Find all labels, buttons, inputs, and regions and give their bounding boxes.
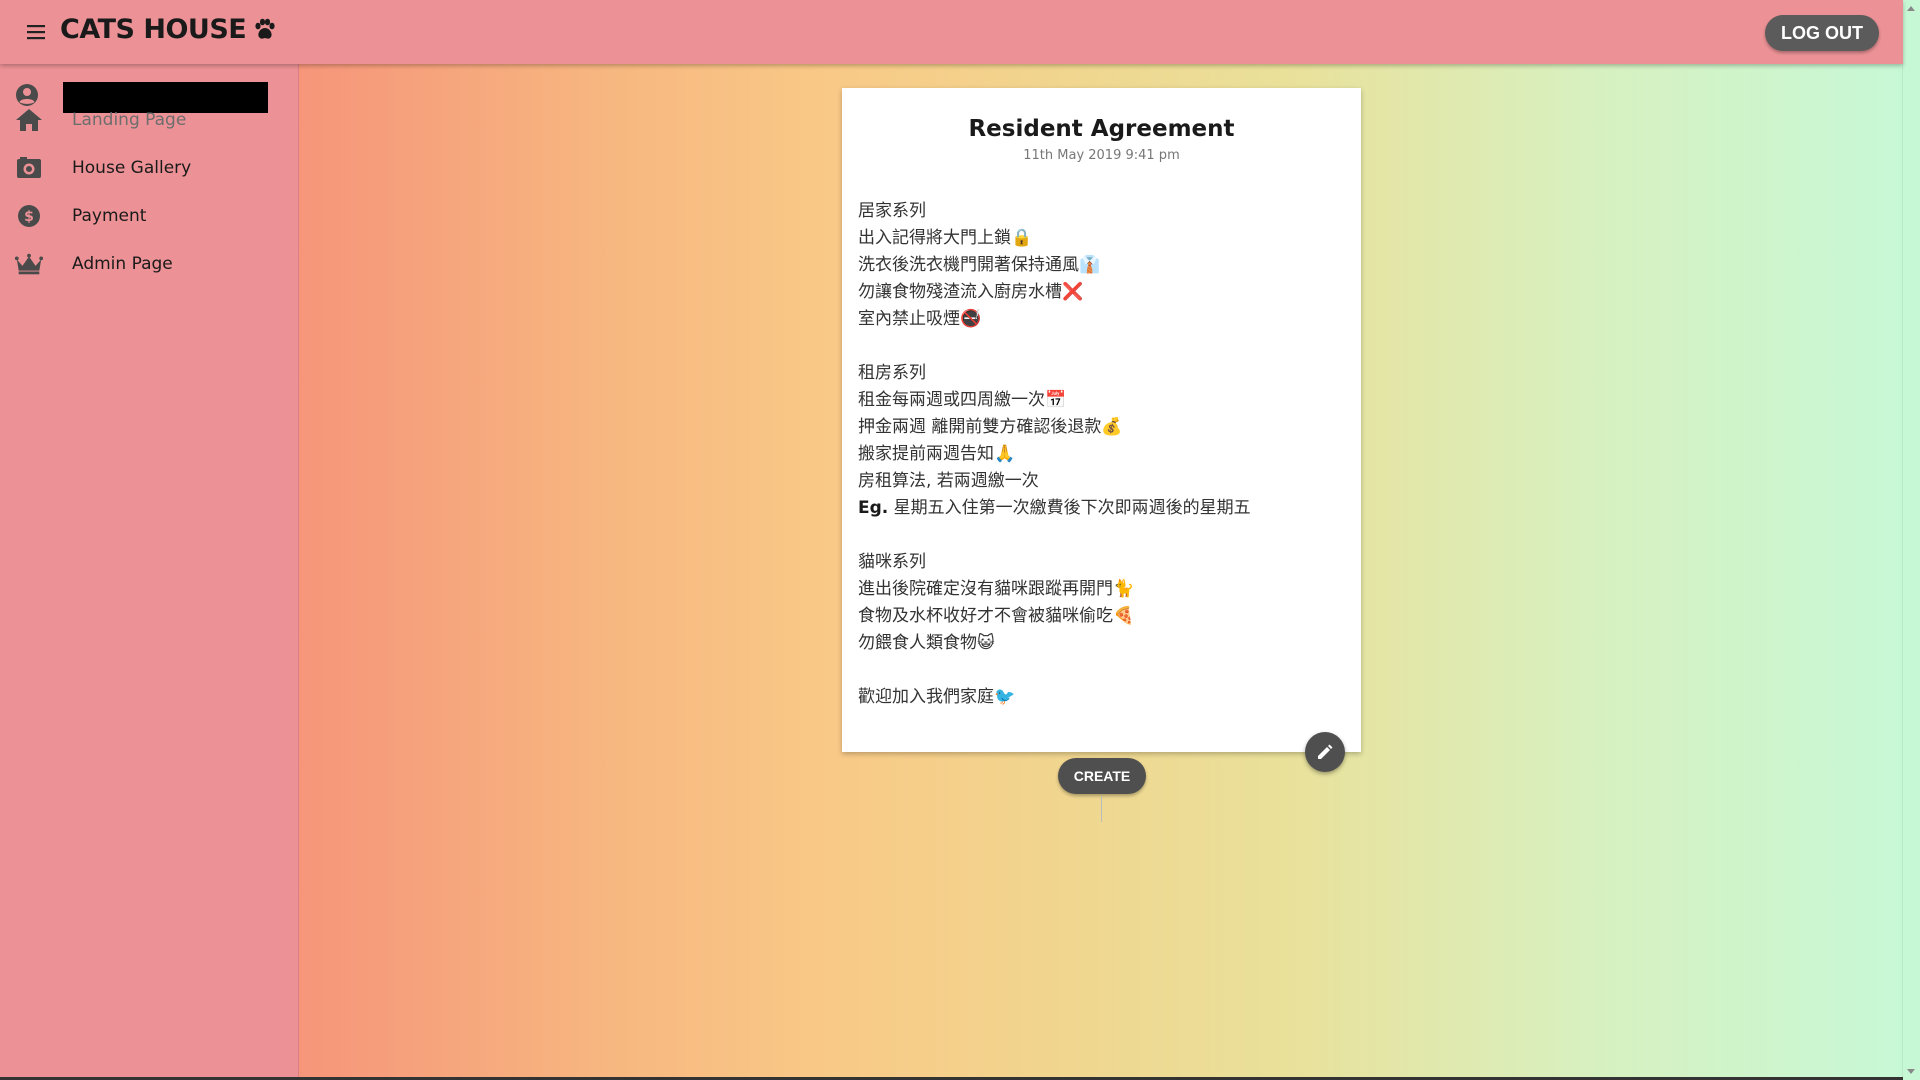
dollar-icon: $ [14,202,44,230]
sidebar-item-label: Landing Page [72,110,187,130]
agreement-spacer [858,522,1348,549]
card-body: 居家系列 出入記得將大門上鎖🔒 洗衣後洗衣機門開著保持通風👔 勿讓食物殘渣流入廚… [858,198,1348,711]
agreement-line: 室內禁止吸煙🚭 [858,309,982,329]
agreement-line: 房租算法, 若兩週繳一次 [858,471,1039,491]
sidebar: Landing Page House Gallery $ Payment Adm… [0,64,299,1080]
edit-button[interactable] [1305,732,1345,772]
agreement-line: 租金每兩週或四周繳一次📅 [858,390,1067,410]
vertical-scrollbar[interactable] [1902,0,1920,1080]
agreement-line: 歡迎加入我們家庭🐦 [858,687,1016,707]
camera-icon [14,154,44,182]
agreement-line: 貓咪系列 [858,552,926,572]
card-date: 11th May 2019 9:41 pm [1023,148,1180,163]
sidebar-item-label: House Gallery [72,158,192,178]
scroll-up-icon[interactable] [1907,6,1915,11]
timeline-connector [1101,796,1102,822]
agreement-line: 勿讓食物殘渣流入廚房水槽❌ [858,282,1084,302]
agreement-line: 洗衣後洗衣機門開著保持通風👔 [858,255,1101,275]
agreement-line: 勿餵食人類食物😺 [858,633,995,653]
agreement-line: 出入記得將大門上鎖🔒 [858,228,1033,248]
svg-text:$: $ [24,209,34,225]
sidebar-item-admin-page[interactable]: Admin Page [0,242,298,286]
menu-icon[interactable] [22,20,50,44]
create-button[interactable]: CREATE [1058,758,1146,794]
sidebar-item-label: Admin Page [72,254,173,274]
card-title: Resident Agreement [968,116,1235,142]
scroll-down-icon[interactable] [1907,1069,1915,1074]
sidebar-item-payment[interactable]: $ Payment [0,194,298,238]
brand-logo[interactable]: CATS HOUSE [60,14,278,45]
paw-icon [255,18,275,39]
agreement-line: 押金兩週 離開前雙方確認後退款💰 [858,417,1123,437]
example-label: Eg. [858,498,889,518]
home-icon [14,106,44,134]
agreement-line: 居家系列 [858,201,926,221]
agreement-spacer [858,333,1348,360]
agreement-line: 食物及水杯收好才不會被貓咪偷吃🍕 [858,606,1135,626]
brand-title: CATS HOUSE [60,14,247,45]
agreement-example-line: Eg. 星期五入住第一次繳費後下次即兩週後的星期五 [858,495,1348,522]
sidebar-item-landing-page[interactable]: Landing Page [0,98,298,142]
example-text: 星期五入住第一次繳費後下次即兩週後的星期五 [888,498,1251,518]
crown-icon [14,250,44,278]
sidebar-item-house-gallery[interactable]: House Gallery [0,146,298,190]
resident-agreement-card: Resident Agreement 11th May 2019 9:41 pm… [842,88,1361,752]
agreement-line: 租房系列 [858,363,926,383]
agreement-spacer [858,657,1348,684]
logout-button[interactable]: LOG OUT [1765,15,1879,51]
agreement-line: 進出後院確定沒有貓咪跟蹤再開門🐈 [858,579,1135,599]
top-app-bar: CATS HOUSE LOG OUT [0,0,1903,64]
agreement-line: 搬家提前兩週告知🙏 [858,444,1016,464]
sidebar-item-label: Payment [72,206,147,226]
pencil-icon [1318,744,1333,759]
